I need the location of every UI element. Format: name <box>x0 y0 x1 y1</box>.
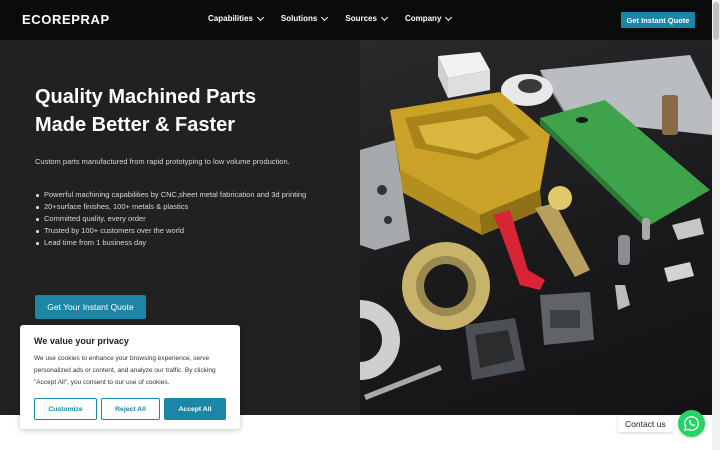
get-instant-quote-button[interactable]: Get Instant Quote <box>621 12 695 28</box>
nav-item-label: Company <box>404 14 442 23</box>
headline-line-1: Quality Machined Parts <box>35 86 257 108</box>
chevron-down-icon <box>380 13 388 21</box>
nav-item-solutions[interactable]: Solutions <box>280 13 329 23</box>
accept-all-button[interactable]: Accept All <box>164 398 226 420</box>
nav-item-capabilities[interactable]: Capabilities <box>208 13 264 23</box>
cookie-consent-banner: We value your privacy We use cookies to … <box>20 325 240 429</box>
red-bracket-part <box>493 210 545 290</box>
nav-item-label: Solutions <box>280 14 318 23</box>
machined-parts-photo <box>360 40 712 415</box>
feature-item: 20+surface finishes, 100+ metals & plast… <box>35 201 325 213</box>
feature-item: Powerful machining capabilities by CNC,s… <box>35 189 325 201</box>
feature-item: Lead time from 1 business day <box>35 237 325 249</box>
scrollbar-thumb[interactable] <box>713 2 719 40</box>
nav-item-company[interactable]: Company <box>404 13 453 23</box>
nav-item-label: Capabilities <box>208 14 253 23</box>
cookie-title: We value your privacy <box>34 336 129 346</box>
get-your-instant-quote-button[interactable]: Get Your Instant Quote <box>35 295 146 319</box>
cookie-text: We use cookies to enhance your browsing … <box>34 355 216 386</box>
site-header: ECOREPRAP Capabilities Solutions Sources… <box>0 0 712 40</box>
hero-headline: Quality Machined Parts Made Better & Fas… <box>35 83 256 139</box>
page-scrollbar[interactable] <box>712 0 720 450</box>
feature-item: Trusted by 100+ customers over the world <box>35 225 325 237</box>
brass-disc-part <box>548 186 572 210</box>
brass-cylinder-part <box>662 95 678 135</box>
main-nav: Capabilities Solutions Sources Company <box>208 13 453 23</box>
reject-all-button[interactable]: Reject All <box>101 398 160 420</box>
feature-list: Powerful machining capabilities by CNC,s… <box>35 189 325 249</box>
nav-item-label: Sources <box>345 14 377 23</box>
contact-us-label[interactable]: Contact us <box>618 416 673 432</box>
headline-line-2: Made Better & Faster <box>35 114 236 136</box>
whatsapp-glyph <box>683 416 699 432</box>
chevron-down-icon <box>256 13 264 21</box>
whatsapp-icon[interactable] <box>678 410 705 437</box>
hero-subhead: Custom parts manufactured from rapid pro… <box>35 157 290 166</box>
machined-parts-illustration <box>360 52 712 400</box>
customize-button[interactable]: Customize <box>34 398 97 420</box>
nav-item-sources[interactable]: Sources <box>345 13 388 23</box>
feature-item: Committed quality, every order <box>35 213 325 225</box>
brass-bracket-part <box>535 203 590 277</box>
chevron-down-icon <box>445 13 453 21</box>
page: ECOREPRAP Capabilities Solutions Sources… <box>0 0 720 450</box>
chevron-down-icon <box>321 13 329 21</box>
site-logo[interactable]: ECOREPRAP <box>22 12 110 27</box>
